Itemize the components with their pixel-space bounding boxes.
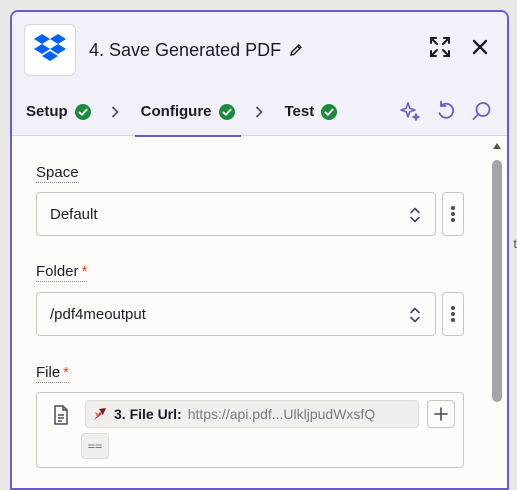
updown-chevron-icon bbox=[409, 206, 421, 224]
mapped-field-token-continuation[interactable]: == bbox=[81, 433, 109, 459]
document-icon bbox=[53, 405, 69, 425]
required-asterisk: * bbox=[63, 364, 70, 381]
token-continuation-text: == bbox=[87, 439, 103, 453]
required-asterisk: * bbox=[81, 263, 88, 280]
updown-chevron-icon bbox=[409, 306, 421, 324]
folder-label: Folder * bbox=[36, 263, 88, 282]
file-label-text: File bbox=[36, 364, 61, 381]
sparkle-ai-icon[interactable] bbox=[399, 100, 421, 122]
pdf4me-app-icon bbox=[92, 406, 108, 422]
tab-configure[interactable]: Configure bbox=[134, 88, 241, 137]
undo-icon[interactable] bbox=[435, 100, 457, 122]
check-circle-icon bbox=[74, 103, 91, 120]
check-circle-icon bbox=[218, 103, 235, 120]
tab-configure-label: Configure bbox=[140, 103, 212, 120]
file-input[interactable]: 3. File Url: https://api.pdf...UlkljpudW… bbox=[36, 392, 464, 468]
config-form: Space Default Folder * /pdf4meoutput File… bbox=[12, 136, 507, 488]
mapped-field-token[interactable]: 3. File Url: https://api.pdf...UlkljpudW… bbox=[85, 400, 419, 428]
file-label: File * bbox=[36, 364, 70, 383]
step-editor-panel: 4. Save Generated PDF Setup Configure Te… bbox=[10, 10, 509, 490]
step-title-text: 4. Save Generated PDF bbox=[89, 39, 282, 60]
panel-header: 4. Save Generated PDF bbox=[12, 12, 507, 88]
space-label: Space bbox=[36, 164, 79, 183]
background-text-fragment: t bbox=[513, 236, 517, 251]
dropbox-icon bbox=[34, 33, 66, 68]
folder-label-text: Folder bbox=[36, 263, 79, 280]
tab-test-label: Test bbox=[284, 103, 315, 120]
chevron-right-icon bbox=[111, 105, 119, 118]
tab-setup[interactable]: Setup bbox=[26, 88, 91, 136]
add-field-plus-icon[interactable] bbox=[427, 400, 455, 428]
expand-icon[interactable] bbox=[429, 36, 451, 58]
app-logo bbox=[24, 24, 76, 76]
check-circle-icon bbox=[321, 103, 338, 120]
scroll-up-arrow-icon[interactable] bbox=[491, 140, 503, 152]
header-actions bbox=[429, 36, 489, 58]
close-icon[interactable] bbox=[471, 38, 489, 56]
search-icon[interactable] bbox=[471, 100, 493, 122]
space-select-value: Default bbox=[50, 205, 98, 223]
step-tabs: Setup Configure Test bbox=[12, 88, 507, 137]
pencil-icon[interactable] bbox=[289, 43, 303, 57]
token-value: https://api.pdf...UlkljpudWxsfQ bbox=[187, 406, 376, 422]
tab-tools bbox=[399, 100, 493, 122]
tab-test[interactable]: Test bbox=[285, 88, 338, 136]
scrollbar[interactable] bbox=[491, 140, 503, 488]
space-more-options-icon[interactable] bbox=[442, 192, 464, 236]
folder-select[interactable]: /pdf4meoutput bbox=[36, 292, 436, 336]
step-title: 4. Save Generated PDF bbox=[89, 40, 303, 61]
scrollbar-thumb[interactable] bbox=[492, 160, 502, 402]
tab-setup-label: Setup bbox=[26, 103, 68, 120]
folder-more-options-icon[interactable] bbox=[442, 292, 464, 336]
folder-select-value: /pdf4meoutput bbox=[50, 305, 146, 323]
space-label-text: Space bbox=[36, 164, 79, 181]
token-label: 3. File Url: bbox=[114, 406, 182, 422]
space-select[interactable]: Default bbox=[36, 192, 436, 236]
chevron-right-icon bbox=[255, 105, 263, 118]
